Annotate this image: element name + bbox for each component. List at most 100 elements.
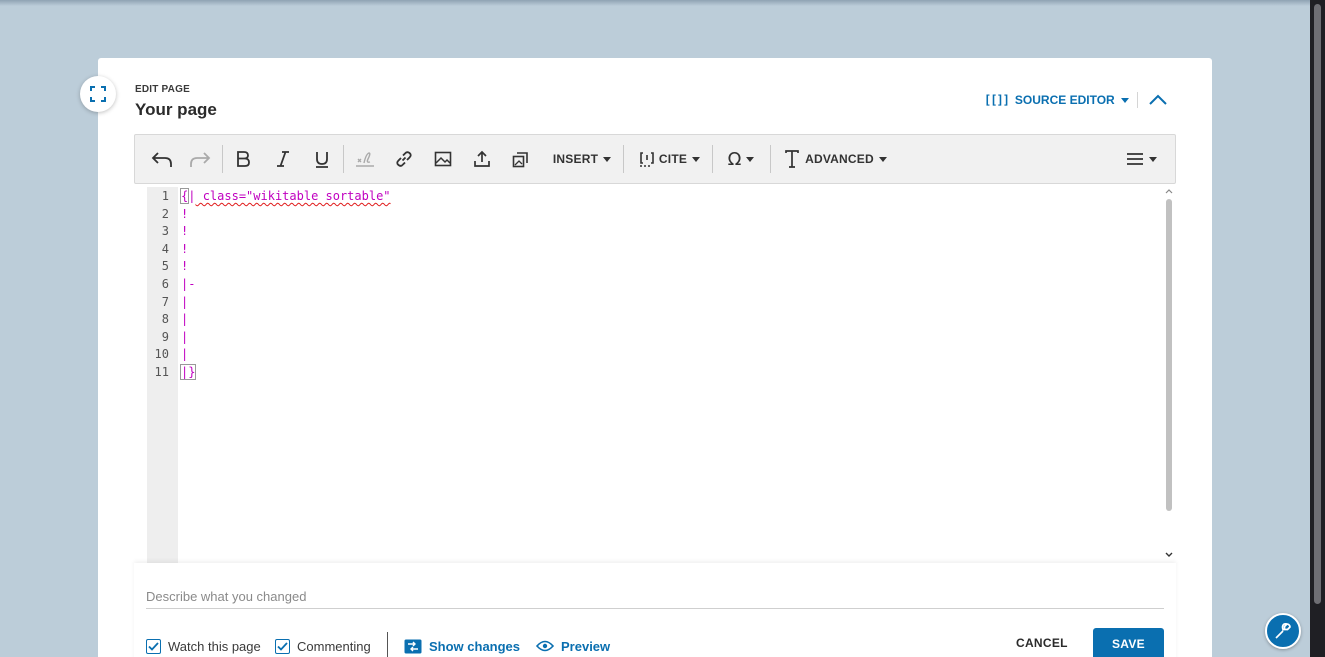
undo-icon bbox=[151, 152, 172, 167]
line-number: 10 bbox=[154, 347, 169, 362]
image-icon bbox=[434, 151, 452, 167]
redo-button[interactable] bbox=[187, 135, 213, 183]
code-line[interactable]: | bbox=[181, 346, 391, 364]
undo-button[interactable] bbox=[149, 135, 175, 183]
insert-label: INSERT bbox=[552, 152, 599, 166]
toolbar-separator bbox=[623, 145, 624, 173]
scroll-up-icon bbox=[1165, 189, 1173, 194]
chevron-down-icon bbox=[1120, 97, 1129, 103]
signature-button[interactable] bbox=[353, 135, 377, 183]
chevron-down-icon bbox=[878, 156, 887, 162]
editor-scrollbar-thumb[interactable] bbox=[1166, 199, 1172, 511]
italic-icon bbox=[277, 151, 289, 167]
chevron-down-icon bbox=[692, 156, 701, 162]
header-divider bbox=[1137, 92, 1138, 108]
advanced-menu[interactable]: ADVANCED bbox=[781, 135, 891, 183]
code-line[interactable]: | bbox=[181, 311, 391, 329]
save-button[interactable]: SAVE bbox=[1093, 628, 1164, 657]
line-number: 9 bbox=[161, 329, 169, 344]
wrench-icon bbox=[1275, 622, 1291, 639]
commenting-label: Commenting bbox=[297, 638, 371, 654]
line-numbers: 1 2 3 4 5 6 7 8 9 10 11 bbox=[147, 188, 169, 382]
omega-icon: Ω bbox=[727, 148, 742, 170]
code-line[interactable]: ! bbox=[181, 223, 391, 241]
toolbar-separator bbox=[712, 145, 713, 173]
fullscreen-button[interactable] bbox=[80, 76, 116, 112]
cite-label: CITE bbox=[658, 152, 688, 166]
link-button[interactable] bbox=[392, 135, 416, 183]
image-button[interactable] bbox=[431, 135, 455, 183]
source-editor-toggle[interactable]: [[]] SOURCE EDITOR bbox=[984, 92, 1129, 108]
special-characters-menu[interactable]: Ω bbox=[723, 135, 759, 183]
line-number: 6 bbox=[161, 276, 169, 291]
text-format-icon bbox=[785, 150, 799, 168]
source-code-editor[interactable]: 1 2 3 4 5 6 7 8 9 10 11 {| class="wikitable sortab… bbox=[147, 187, 1175, 563]
commenting-option[interactable]: Commenting bbox=[275, 637, 371, 655]
edit-summary-input[interactable] bbox=[146, 585, 1164, 609]
code-line[interactable]: |- bbox=[181, 276, 391, 294]
scroll-down-icon bbox=[1165, 552, 1173, 557]
code-line[interactable]: ! bbox=[181, 206, 391, 224]
edit-page-label: EDIT PAGE bbox=[135, 84, 190, 95]
upload-icon bbox=[474, 150, 490, 167]
footer-separator bbox=[387, 632, 388, 657]
watch-page-option[interactable]: Watch this page bbox=[146, 637, 261, 655]
link-icon bbox=[396, 151, 412, 167]
line-number: 11 bbox=[154, 364, 169, 379]
chevron-down-icon bbox=[1148, 156, 1157, 162]
chevron-up-icon bbox=[1149, 94, 1167, 105]
insert-menu[interactable]: INSERT bbox=[551, 135, 613, 183]
underline-icon bbox=[316, 152, 328, 168]
code-line[interactable]: {| class="wikitable sortable" bbox=[179, 188, 391, 206]
page-scrollbar-thumb[interactable] bbox=[1314, 4, 1321, 604]
bold-icon bbox=[237, 151, 250, 167]
line-number: 5 bbox=[161, 259, 169, 274]
editor-toolbar: INSERT CITE Ω ADVANCED bbox=[134, 134, 1176, 184]
toolbar-separator bbox=[343, 145, 344, 173]
code-line[interactable]: ! bbox=[181, 258, 391, 276]
bold-button[interactable] bbox=[231, 135, 255, 183]
gallery-icon bbox=[512, 152, 528, 168]
page-title: Your page bbox=[135, 100, 217, 119]
source-brackets-icon: [[]] bbox=[984, 93, 1010, 107]
line-number: 2 bbox=[161, 206, 169, 221]
gallery-button[interactable] bbox=[509, 135, 533, 183]
toolbar-separator bbox=[770, 145, 771, 173]
eye-icon bbox=[536, 640, 554, 652]
show-changes-label: Show changes bbox=[429, 638, 521, 654]
expand-icon bbox=[90, 86, 106, 102]
code-line[interactable]: | bbox=[181, 294, 391, 312]
line-number: 4 bbox=[161, 241, 169, 256]
redo-icon bbox=[190, 152, 211, 167]
preview-label: Preview bbox=[561, 638, 611, 654]
upload-button[interactable] bbox=[470, 135, 494, 183]
underline-button[interactable] bbox=[310, 135, 334, 183]
show-changes-link[interactable]: Show changes bbox=[404, 637, 520, 655]
cite-menu[interactable]: CITE bbox=[635, 135, 703, 183]
cite-icon bbox=[639, 152, 654, 167]
preview-link[interactable]: Preview bbox=[536, 637, 610, 655]
tools-button[interactable] bbox=[1265, 613, 1301, 649]
collapse-button[interactable] bbox=[1147, 90, 1169, 110]
watch-checkbox[interactable] bbox=[146, 638, 161, 654]
more-options-menu[interactable] bbox=[1121, 135, 1161, 183]
editor-scrollbar[interactable] bbox=[1165, 187, 1175, 563]
cancel-button[interactable]: CANCEL bbox=[1016, 636, 1068, 650]
commenting-checkbox[interactable] bbox=[275, 638, 290, 654]
line-number-gutter: 1 2 3 4 5 6 7 8 9 10 11 bbox=[147, 187, 178, 563]
page-scrollbar[interactable] bbox=[1310, 0, 1325, 657]
checkmark-icon bbox=[277, 641, 288, 651]
code-line[interactable]: ! bbox=[181, 241, 391, 259]
chevron-down-icon bbox=[603, 156, 612, 162]
italic-button[interactable] bbox=[271, 135, 295, 183]
code-content[interactable]: {| class="wikitable sortable"!!!! |- | | | | |… bbox=[179, 188, 391, 382]
line-number: 8 bbox=[161, 312, 169, 327]
signature-icon bbox=[356, 152, 374, 167]
code-line[interactable]: | bbox=[181, 329, 391, 347]
diff-icon bbox=[404, 639, 422, 653]
top-shade bbox=[0, 0, 1310, 6]
chevron-down-icon bbox=[746, 156, 755, 162]
line-number: 1 bbox=[161, 189, 169, 203]
advanced-label: ADVANCED bbox=[805, 152, 874, 166]
code-line[interactable]: |} bbox=[179, 363, 391, 382]
